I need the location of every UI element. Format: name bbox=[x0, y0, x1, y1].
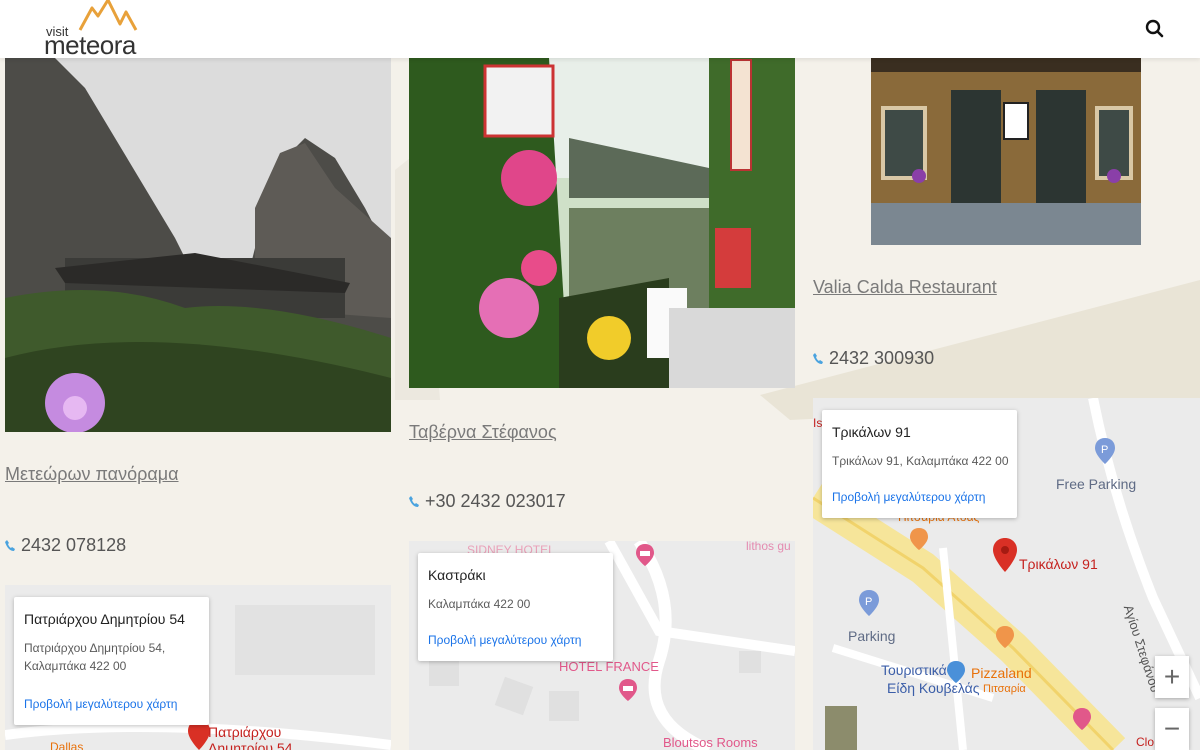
restaurant-photo-valia-calda[interactable] bbox=[871, 58, 1141, 245]
restaurant-title-link[interactable]: Valia Calda Restaurant bbox=[813, 277, 997, 298]
map-info-box: Καστράκι Καλαμπάκα 422 00 Προβολή μεγαλύ… bbox=[418, 553, 613, 661]
svg-text:P: P bbox=[1101, 444, 1108, 456]
site-logo[interactable]: visit meteora bbox=[44, 0, 144, 58]
map-poi-label-pizzaland: Pizzaland bbox=[971, 665, 1032, 681]
map-poi-label-hotel-france: HOTEL FRANCE bbox=[559, 659, 659, 674]
map-poi-label-lithos: lithos gu bbox=[746, 541, 791, 553]
map-poi-label-touristika-2: Είδη Κουβελάς bbox=[887, 680, 980, 696]
map-info-title: Καστράκι bbox=[428, 567, 486, 583]
search-button[interactable] bbox=[1140, 14, 1170, 44]
map-poi-label-pizzaland-sub: Πιτσαρία bbox=[983, 683, 1026, 695]
hotel-icon bbox=[619, 679, 637, 701]
phone-icon bbox=[813, 353, 823, 364]
restaurant-icon bbox=[996, 626, 1014, 648]
map-pin-label: Τρικάλων 91 bbox=[1019, 556, 1098, 572]
map-edge-label: Clo bbox=[1136, 735, 1155, 749]
map-poi-label-free-parking: Free Parking bbox=[1056, 476, 1137, 492]
phone-number: +30 2432 023017 bbox=[425, 491, 566, 511]
map-info-title: Τρικάλων 91 bbox=[832, 424, 911, 440]
view-larger-map-link[interactable]: Προβολή μεγαλύτερου χάρτη bbox=[832, 490, 985, 504]
restaurant-phone[interactable]: 2432 078128 bbox=[5, 535, 126, 556]
map-poi-label-touristika-1: Τουριστικά bbox=[881, 662, 947, 678]
zoom-in-icon: + bbox=[1163, 661, 1181, 692]
parking-icon: P bbox=[859, 590, 879, 616]
phone-icon bbox=[5, 540, 15, 551]
map-info-address-line2: Καλαμπάκα 422 00 bbox=[24, 659, 127, 673]
phone-number: 2432 300930 bbox=[829, 348, 935, 368]
restaurant-photo-meteoron-panorama[interactable] bbox=[5, 58, 391, 432]
map-embed-3[interactable]: Τρικάλων 91 Τρικάλων 91, Καλαμπάκα 422 0… bbox=[813, 398, 1200, 750]
restaurant-phone[interactable]: +30 2432 023017 bbox=[409, 491, 566, 512]
map-pin-icon[interactable] bbox=[993, 538, 1017, 572]
zoom-out-button[interactable]: − bbox=[1155, 708, 1189, 750]
restaurant-title-link[interactable]: Ταβέρνα Στέφανος bbox=[409, 422, 557, 443]
map-pin-label-2: Δημητρίου 54 bbox=[208, 740, 293, 750]
search-icon bbox=[1145, 19, 1164, 38]
map-edge-label: Is bbox=[813, 416, 823, 430]
map-embed-1[interactable]: Πατριάρχου Δημητρίου 54 Πατριάρχου Δημητ… bbox=[5, 585, 391, 750]
parking-icon: P bbox=[1095, 438, 1115, 464]
zoom-in-button[interactable]: + bbox=[1155, 656, 1189, 698]
map-info-box: Πατριάρχου Δημητρίου 54 Πατριάρχου Δημητ… bbox=[14, 597, 209, 725]
logo-name-text: meteora bbox=[44, 30, 136, 60]
map-info-address: Καλαμπάκα 422 00 bbox=[428, 597, 531, 611]
phone-number: 2432 078128 bbox=[21, 535, 127, 555]
restaurant-phone[interactable]: 2432 300930 bbox=[813, 348, 934, 369]
zoom-out-icon: − bbox=[1163, 713, 1181, 744]
map-info-box: Τρικάλων 91 Τρικάλων 91, Καλαμπάκα 422 0… bbox=[822, 410, 1017, 518]
mountain-logo-icon bbox=[78, 0, 138, 31]
map-pin-label-1: Πατριάρχου bbox=[208, 724, 282, 740]
hotel-icon bbox=[636, 544, 654, 566]
map-embed-2[interactable]: Καστράκι Καλαμπάκα 422 00 Προβολή μεγαλύ… bbox=[409, 541, 795, 750]
map-info-address: Τρικάλων 91, Καλαμπάκα 422 00 bbox=[832, 454, 1009, 468]
restaurant-icon bbox=[910, 528, 928, 550]
map-poi-label: Dallas bbox=[50, 740, 84, 750]
hotel-icon bbox=[1073, 708, 1091, 730]
map-info-address-line1: Πατριάρχου Δημητρίου 54, bbox=[24, 641, 166, 655]
view-larger-map-link[interactable]: Προβολή μεγαλύτερου χάρτη bbox=[428, 633, 581, 647]
phone-icon bbox=[409, 496, 419, 507]
map-info-title: Πατριάρχου Δημητρίου 54 bbox=[24, 611, 185, 627]
map-poi-label-bloutsos: Bloutsos Rooms bbox=[663, 735, 758, 750]
view-larger-map-link[interactable]: Προβολή μεγαλύτερου χάρτη bbox=[24, 697, 177, 711]
restaurant-title-link[interactable]: Μετεώρων πανόραμα bbox=[5, 464, 179, 485]
site-header: visit meteora bbox=[0, 0, 1200, 58]
map-poi-label-parking: Parking bbox=[848, 628, 896, 644]
restaurant-photo-taverna-stefanos[interactable] bbox=[409, 58, 795, 388]
svg-text:P: P bbox=[865, 596, 872, 608]
